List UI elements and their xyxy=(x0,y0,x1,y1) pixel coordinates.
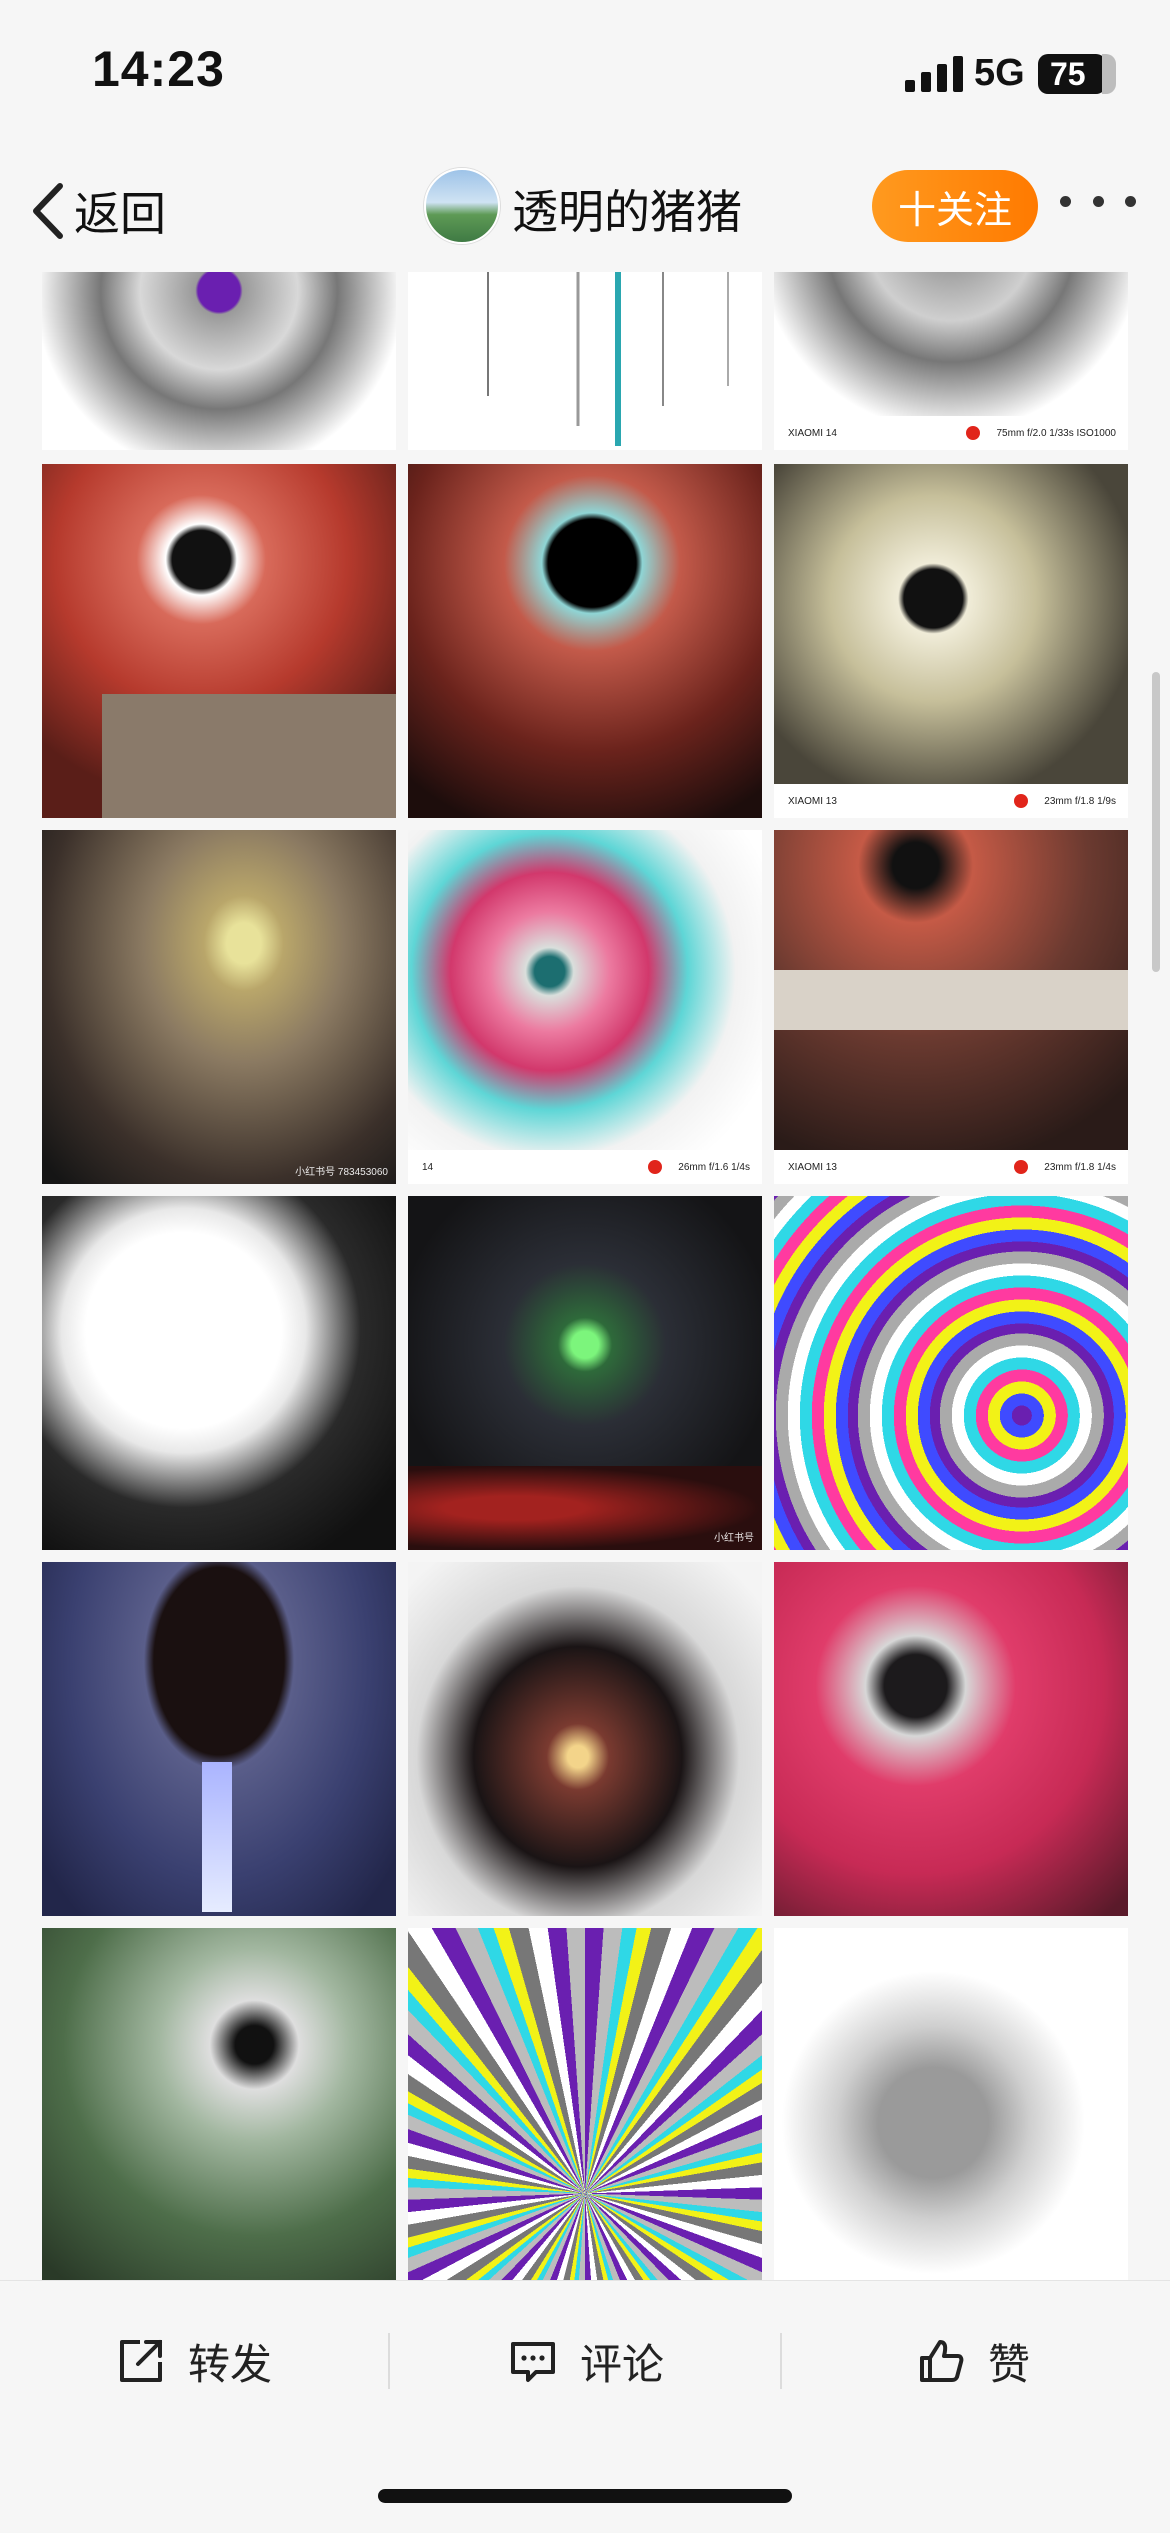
share-button[interactable]: 转发 xyxy=(116,2321,272,2401)
divider xyxy=(388,2333,390,2389)
photo-tile[interactable]: 14 26mm f/1.6 1/4s xyxy=(408,830,762,1184)
comment-button[interactable]: 评论 xyxy=(508,2321,664,2401)
status-bar: 14:23 5G 75 xyxy=(0,0,1170,140)
battery-level: 75 xyxy=(1050,56,1086,92)
share-icon xyxy=(120,2340,162,2382)
back-button[interactable]: 返回 xyxy=(30,178,166,244)
photo-tile[interactable] xyxy=(42,272,396,450)
photo-tile[interactable] xyxy=(774,1562,1128,1916)
watermark: 小红书号 783453060 xyxy=(295,1167,388,1178)
photo-caption: XIAOMI 13 23mm f/1.8 1/4s xyxy=(774,1150,1128,1184)
watermark: 小红书号 xyxy=(714,1533,754,1544)
photo-caption: XIAOMI 13 23mm f/1.8 1/9s xyxy=(774,784,1128,818)
photo-tile[interactable] xyxy=(42,1928,396,2280)
scrollbar[interactable] xyxy=(1152,672,1160,972)
comment-label: 评论 xyxy=(580,2340,665,2388)
comment-icon xyxy=(511,2342,555,2382)
signal-icon xyxy=(905,56,963,92)
photo-tile[interactable] xyxy=(408,1928,762,2280)
photo-tile[interactable] xyxy=(408,464,762,818)
chevron-left-icon xyxy=(33,183,63,239)
status-time: 14:23 xyxy=(92,41,225,97)
photo-tile[interactable]: 小红书号 783453060 xyxy=(42,830,396,1184)
photo-tile[interactable]: 小红书号 xyxy=(408,1196,762,1550)
divider xyxy=(780,2333,782,2389)
follow-button[interactable]: 十关注 xyxy=(872,170,1038,242)
like-label: 赞 xyxy=(988,2340,1031,2388)
photo-tile[interactable]: XIAOMI 13 23mm f/1.8 1/4s xyxy=(774,830,1128,1184)
network-type: 5G xyxy=(974,52,1025,94)
photo-tile[interactable] xyxy=(408,1562,762,1916)
photo-tile[interactable] xyxy=(42,1562,396,1916)
username[interactable]: 透明的猪猪 xyxy=(512,176,742,242)
photo-tile[interactable] xyxy=(42,1196,396,1550)
photo-caption: 14 26mm f/1.6 1/4s xyxy=(408,1150,762,1184)
share-label: 转发 xyxy=(188,2340,273,2388)
photo-tile[interactable] xyxy=(774,1928,1128,2280)
photo-tile[interactable] xyxy=(42,464,396,818)
photo-tile[interactable]: XIAOMI 13 23mm f/1.8 1/9s xyxy=(774,464,1128,818)
back-label: 返回 xyxy=(74,188,166,240)
thumbs-up-icon xyxy=(920,2340,964,2382)
avatar[interactable] xyxy=(424,168,500,244)
photo-tile[interactable]: XIAOMI 14 75mm f/2.0 1/33s ISO1000 xyxy=(774,272,1128,450)
nav-bar: 返回 透明的猪猪 十关注 xyxy=(0,140,1170,273)
home-indicator[interactable] xyxy=(378,2489,792,2503)
photo-grid: XIAOMI 14 75mm f/2.0 1/33s ISO1000 XIAOM… xyxy=(0,272,1170,2280)
photo-caption: XIAOMI 14 75mm f/2.0 1/33s ISO1000 xyxy=(774,416,1128,450)
photo-tile[interactable] xyxy=(774,1196,1128,1550)
more-icon[interactable] xyxy=(1060,196,1136,216)
drip-graphic xyxy=(487,272,729,446)
battery-icon: 75 xyxy=(1038,54,1116,94)
photo-tile[interactable] xyxy=(408,272,762,450)
like-button[interactable]: 赞 xyxy=(916,2321,1030,2401)
